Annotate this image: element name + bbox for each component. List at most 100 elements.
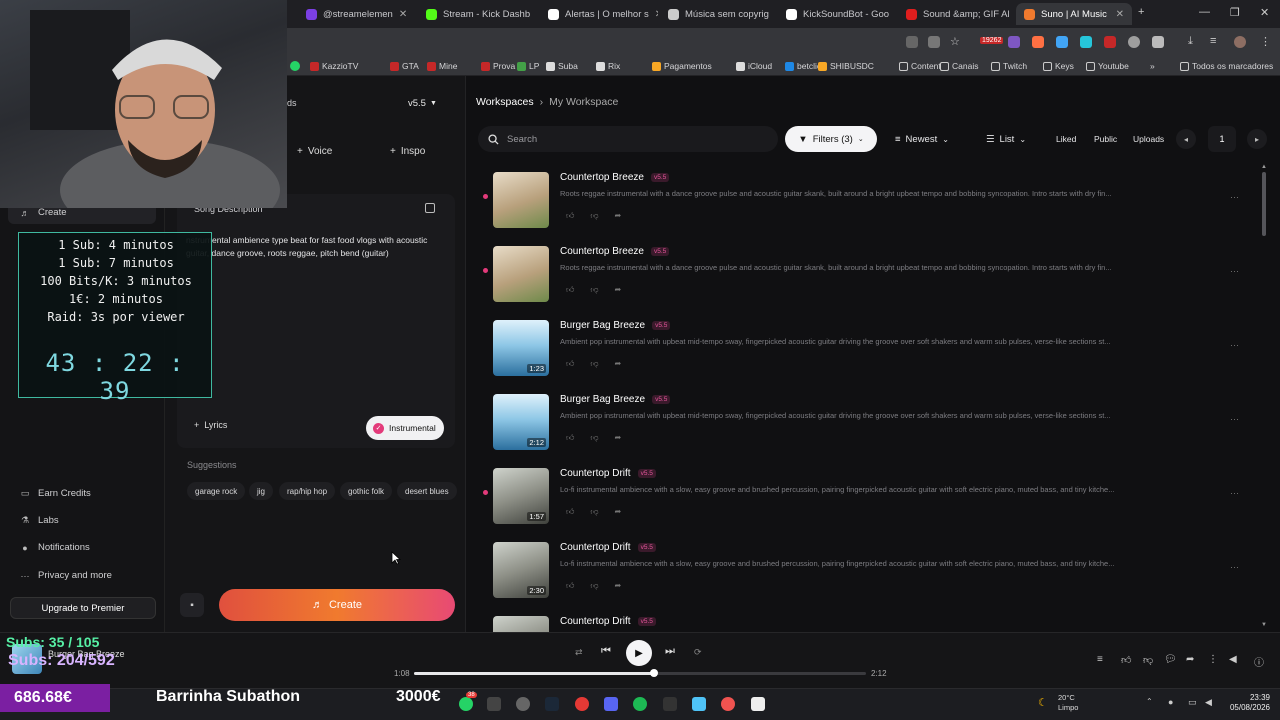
- volume-icon[interactable]: ◀: [1229, 654, 1237, 665]
- app-taskbar-icon[interactable]: [663, 697, 677, 711]
- thumbs-down-icon[interactable]: 👎︎: [590, 433, 598, 443]
- bookmark-item[interactable]: Youtube: [1086, 61, 1129, 71]
- song-description-box[interactable]: [177, 194, 455, 448]
- bookmark-item[interactable]: Content: [899, 61, 941, 71]
- browser-tab[interactable]: Suno | AI Music ✕: [1016, 3, 1132, 25]
- song-title[interactable]: Burger Bag Breeze: [560, 320, 645, 331]
- song-row[interactable]: Countertop Breeze v5.5 Roots reggae instru…: [476, 172, 1256, 244]
- song-title[interactable]: Countertop Breeze: [560, 172, 644, 183]
- share-icon[interactable]: ➦: [615, 285, 622, 295]
- tab-close-icon[interactable]: ✕: [775, 9, 776, 20]
- new-tab-icon[interactable]: +: [1138, 6, 1144, 18]
- thumbs-down-icon[interactable]: 👎︎: [590, 285, 598, 295]
- suggestion-chip[interactable]: desert blues: [397, 482, 457, 500]
- sidebar-item-labs[interactable]: ⚗ Labs: [20, 515, 59, 526]
- bookmark-item[interactable]: Rix: [596, 61, 620, 71]
- app-taskbar-icon[interactable]: [692, 697, 706, 711]
- microphone-icon[interactable]: ●: [1168, 697, 1173, 707]
- share-icon[interactable]: ➦: [615, 359, 622, 369]
- song-more-options-icon[interactable]: ···: [1230, 562, 1239, 572]
- bookmark-item[interactable]: Prova: [481, 61, 515, 71]
- weather-widget[interactable]: 20°C Limpo: [1058, 693, 1078, 713]
- suggestion-chip[interactable]: rap/hip hop: [279, 482, 336, 500]
- composer-tab-partial[interactable]: ds: [287, 98, 297, 108]
- extension-icon[interactable]: [1104, 36, 1116, 48]
- suggestion-chip[interactable]: garage rock: [187, 482, 246, 500]
- thumbs-up-icon[interactable]: 👍︎: [566, 433, 574, 443]
- chrome-taskbar-icon[interactable]: [721, 697, 735, 711]
- song-row[interactable]: 2:12 Burger Bag Breeze v5.5 Ambient pop ins…: [476, 394, 1256, 466]
- bookmark-item[interactable]: GTA: [390, 61, 419, 71]
- profile-avatar-icon[interactable]: [1234, 36, 1246, 48]
- extension-icon[interactable]: [1080, 36, 1092, 48]
- song-title[interactable]: Countertop Drift: [560, 542, 631, 553]
- browser-tab[interactable]: Stream - Kick Dashb✕: [418, 3, 536, 25]
- bookmark-item[interactable]: iCloud: [736, 61, 772, 71]
- thumbs-up-icon[interactable]: 👍︎: [566, 581, 574, 591]
- sort-button[interactable]: ≡ Newest ⌄: [895, 126, 949, 152]
- sidebar-item-privacy[interactable]: ··· Privacy and more: [20, 570, 112, 581]
- thumbs-down-icon[interactable]: 👎︎: [590, 581, 598, 591]
- song-row[interactable]: 1:23 Burger Bag Breeze v5.5 Ambient pop ins…: [476, 320, 1256, 392]
- bookmarks-overflow-button[interactable]: »: [1150, 61, 1155, 71]
- song-row[interactable]: 1:57 Countertop Drift v5.5 Lo-fi instrument…: [476, 468, 1256, 540]
- bookmark-item[interactable]: Canais: [940, 61, 978, 71]
- song-cover[interactable]: 1:57: [493, 468, 549, 524]
- song-cover[interactable]: [493, 172, 549, 228]
- taskbar-clock[interactable]: 23:39 05/08/2026: [1226, 693, 1270, 713]
- next-track-icon[interactable]: ⏭: [665, 645, 675, 658]
- model-version-select[interactable]: v5.5 ▼: [408, 94, 454, 112]
- progress-knob[interactable]: [649, 669, 658, 677]
- more-options-icon[interactable]: ⋮: [1208, 654, 1218, 665]
- page-number[interactable]: 1: [1208, 126, 1236, 152]
- extension-icon[interactable]: [1056, 36, 1068, 48]
- sidebar-item-notifications[interactable]: ● Notifications: [20, 542, 89, 553]
- song-cover[interactable]: 2:30: [493, 542, 549, 598]
- thumbs-up-icon[interactable]: 👍︎: [566, 507, 574, 517]
- song-cover[interactable]: [493, 246, 549, 302]
- song-more-options-icon[interactable]: ···: [1230, 192, 1239, 202]
- bookmark-item[interactable]: Mine: [427, 61, 457, 71]
- filters-button[interactable]: ▼ Filters (3) ⌄: [785, 126, 877, 152]
- play-button[interactable]: ▶: [626, 640, 652, 666]
- create-button[interactable]: ♬ Create: [219, 589, 455, 621]
- song-more-options-icon[interactable]: ···: [1230, 340, 1239, 350]
- tab-close-icon[interactable]: ✕: [399, 9, 407, 20]
- queue-icon[interactable]: ≡: [1097, 654, 1103, 665]
- song-cover[interactable]: 2:12: [493, 394, 549, 450]
- thumbs-up-icon[interactable]: 👍︎: [566, 285, 574, 295]
- view-button[interactable]: ☰ List ⌄: [986, 126, 1026, 152]
- bookmark-item[interactable]: Keys: [1043, 61, 1074, 71]
- suggestion-chip[interactable]: jig: [249, 482, 274, 500]
- share-icon[interactable]: ➦: [615, 581, 622, 591]
- dislike-icon[interactable]: 👎︎: [1143, 654, 1153, 666]
- bookmark-item[interactable]: Suba: [546, 61, 578, 71]
- browser-menu-icon[interactable]: ⋮: [1260, 35, 1272, 48]
- extension-icon[interactable]: [1128, 36, 1140, 48]
- share-icon[interactable]: ➦: [615, 211, 622, 221]
- song-cover[interactable]: 1:23: [493, 320, 549, 376]
- translate-icon[interactable]: [906, 36, 918, 48]
- previous-track-icon[interactable]: ⏮: [601, 645, 611, 658]
- breadcrumb-workspaces[interactable]: Workspaces: [476, 96, 534, 108]
- extension-icon[interactable]: [1032, 36, 1044, 48]
- song-row[interactable]: Countertop Breeze v5.5 Roots reggae instru…: [476, 246, 1256, 318]
- instrumental-toggle[interactable]: ✓ Instrumental: [366, 416, 444, 440]
- steam-taskbar-icon[interactable]: [545, 697, 559, 711]
- browser-tab[interactable]: KickSoundBot - Goo ✕: [778, 3, 894, 25]
- extensions-puzzle-icon[interactable]: [1152, 36, 1164, 48]
- song-description-input[interactable]: nstrumental ambience type beat for fast …: [186, 234, 448, 260]
- search-input[interactable]: Search: [478, 126, 778, 152]
- shuffle-icon[interactable]: ⇄: [575, 647, 583, 658]
- share-icon[interactable]: ➦: [1186, 654, 1194, 665]
- repeat-icon[interactable]: ⟳: [694, 647, 702, 658]
- network-icon[interactable]: ▭: [1188, 697, 1197, 708]
- app-taskbar-icon[interactable]: [575, 697, 589, 711]
- tab-close-icon[interactable]: ✕: [655, 9, 658, 20]
- thumbs-up-icon[interactable]: 👍︎: [566, 359, 574, 369]
- scrollbar[interactable]: [1262, 172, 1266, 236]
- bookmark-item[interactable]: betclic: [785, 61, 821, 71]
- thumbs-down-icon[interactable]: 👎︎: [590, 359, 598, 369]
- share-icon[interactable]: ➦: [615, 433, 622, 443]
- upgrade-button[interactable]: Upgrade to Premier: [10, 597, 156, 619]
